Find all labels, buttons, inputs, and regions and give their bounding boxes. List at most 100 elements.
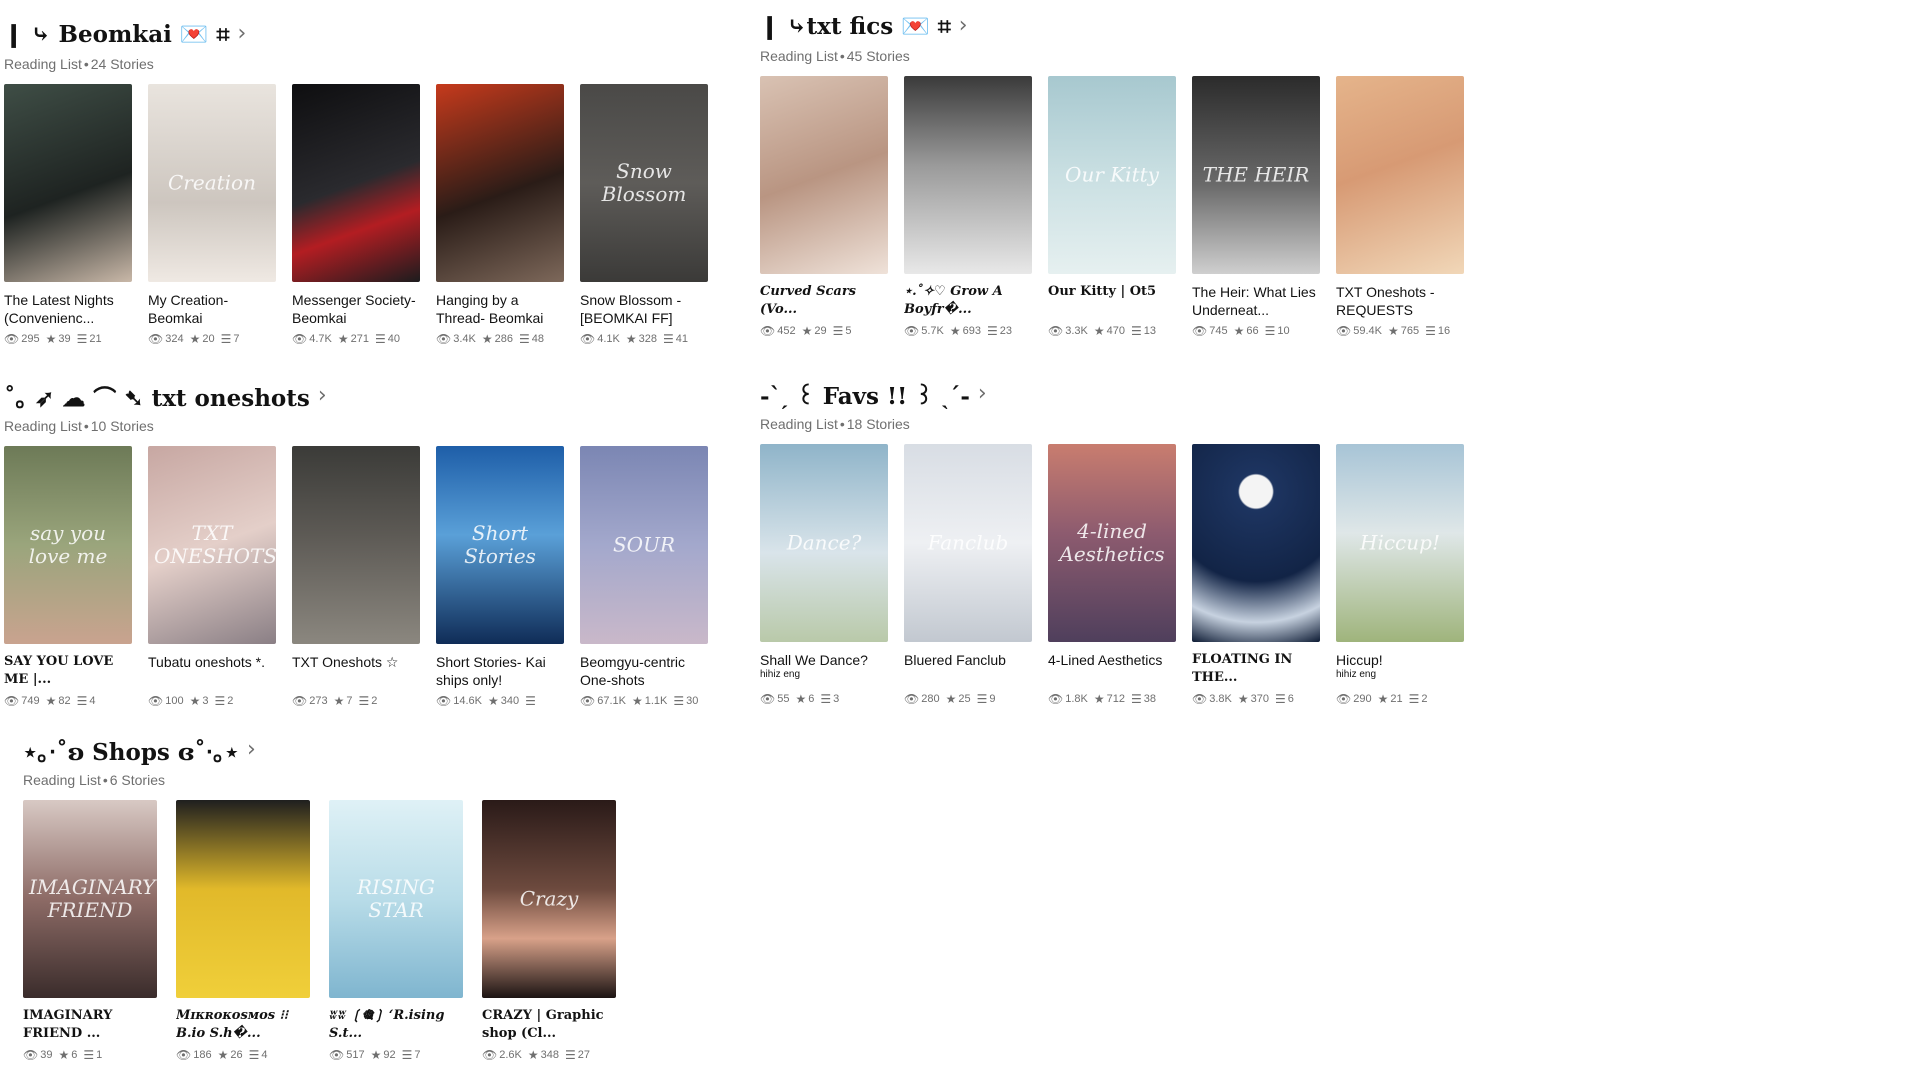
story-cover[interactable]: Snow Blossom	[580, 84, 708, 282]
story-title-text[interactable]: FLOATING IN THE...	[1192, 652, 1292, 685]
story-title-text[interactable]: SAY YOU LOVE ME |...	[4, 654, 113, 687]
story-title-text[interactable]: Hiccup!	[1336, 652, 1383, 668]
reading-list-title[interactable]: ˚｡ ➶ ☁︎ ⌒ ➷ txt oneshots	[4, 379, 310, 413]
chevron-right-icon[interactable]: ›	[959, 15, 968, 37]
reading-list-header[interactable]: ❙ ⤷txt fics 💌 ⌗ ›	[760, 10, 1464, 42]
story-title[interactable]: Shall We Dance? hihiz eng	[760, 651, 888, 687]
story-title-text[interactable]: CRAZY | Graphic shop (Cl...	[482, 1008, 604, 1041]
story-title[interactable]: FLOATING IN THE...	[1192, 651, 1320, 687]
story-title-text[interactable]: Messenger Society- Beomkai	[292, 292, 416, 326]
story-title[interactable]: Bluered Fanclub	[904, 651, 1032, 687]
story-card[interactable]: say you love me SAY YOU LOVE ME |... 👁 749 ★…	[4, 446, 132, 707]
story-card[interactable]: Curved Scars (Vo... 👁 452 ★ 29 ☰ 5	[760, 76, 888, 337]
story-title-text[interactable]: Hanging by a Thread- Beomkai	[436, 292, 543, 326]
chevron-right-icon[interactable]: ›	[238, 23, 247, 45]
story-card[interactable]: ⋆.˚✧♡ Grow A Boyfr�... 👁 5.7K ★ 693 ☰ 23	[904, 76, 1032, 337]
reading-list-title[interactable]: ❙ ⤷ Beomkai 💌 ⌗	[4, 21, 230, 48]
story-title-text[interactable]: The Latest Nights (Convenienc...	[4, 292, 114, 326]
story-card[interactable]: Snow Blossom Snow Blossom - [BEOMKAI FF] 👁…	[580, 84, 708, 345]
story-card[interactable]: TXT Oneshots - REQUESTS 👁 59.4K ★ 765 ☰ 16	[1336, 76, 1464, 337]
reading-list-header[interactable]: ⋆｡‧˚ʚ Shops ɞ˚‧｡⋆ ›	[23, 733, 635, 767]
story-title-text[interactable]: Mɪᴋʀᴏᴋᴏsᴍᴏs ⁝⁝ B.io S.h�...	[176, 1008, 288, 1041]
story-card[interactable]: Hanging by a Thread- Beomkai 👁 3.4K ★ 286 ☰ 48	[436, 84, 564, 345]
story-title-text[interactable]: My Creation- Beomkai	[148, 292, 228, 326]
story-title-text[interactable]: TXT Oneshots - REQUESTS	[1336, 284, 1435, 318]
story-card[interactable]: Hiccup! Hiccup! hihiz eng 👁 290 ★ 21 ☰ 2	[1336, 444, 1464, 705]
story-cover[interactable]: Short Stories	[436, 446, 564, 644]
reading-list-title[interactable]: -ˋˏ ꒰ Favs !! ꒱ ˎˊ-	[760, 379, 970, 410]
reading-list-title[interactable]: ⋆｡‧˚ʚ Shops ɞ˚‧｡⋆	[23, 733, 239, 767]
story-title[interactable]: Snow Blossom - [BEOMKAI FF]	[580, 291, 708, 327]
story-card[interactable]: TXT ONESHOTS Tubatu oneshots *. 👁 100 ★ 3 ☰ 2	[148, 446, 276, 707]
story-cover[interactable]	[904, 76, 1032, 274]
story-title-text[interactable]: 4-Lined Aesthetics	[1048, 652, 1162, 668]
story-cover[interactable]: say you love me	[4, 446, 132, 644]
story-title[interactable]: ʬʬ ❲🎕❳ ‘R.ising S.t...	[329, 1007, 463, 1043]
story-title[interactable]: The Heir: What Lies Underneat...	[1192, 283, 1320, 319]
story-title[interactable]: TXT Oneshots - REQUESTS	[1336, 283, 1464, 319]
story-card[interactable]: SOUR Beomgyu-centric One-shots 👁 67.1K ★ 1.1K…	[580, 446, 708, 707]
story-title-text[interactable]: Our Kitty | Ot5	[1048, 284, 1156, 299]
story-title[interactable]: Curved Scars (Vo...	[760, 283, 888, 319]
story-cover[interactable]: Crazy	[482, 800, 616, 998]
story-card[interactable]: THE HEIR The Heir: What Lies Underneat...…	[1192, 76, 1320, 337]
story-title[interactable]: TXT Oneshots ☆	[292, 653, 420, 689]
story-title-text[interactable]: Beomgyu-centric One-shots	[580, 654, 685, 688]
story-card[interactable]: Our Kitty Our Kitty | Ot5 👁 3.3K ★ 470 ☰ 13	[1048, 76, 1176, 337]
story-title[interactable]: My Creation- Beomkai	[148, 291, 276, 327]
story-title[interactable]: ⋆.˚✧♡ Grow A Boyfr�...	[904, 283, 1032, 319]
story-card[interactable]: TXT Oneshots ☆ 👁 273 ★ 7 ☰ 2	[292, 446, 420, 707]
story-cover[interactable]	[1336, 76, 1464, 274]
story-cover[interactable]	[1192, 444, 1320, 642]
reading-list-title[interactable]: ❙ ⤷txt fics 💌 ⌗	[760, 13, 951, 40]
story-cover[interactable]: Creation	[148, 84, 276, 282]
story-title-text[interactable]: Tubatu oneshots *.	[148, 654, 265, 670]
story-title-text[interactable]: Shall We Dance?	[760, 652, 868, 668]
chevron-right-icon[interactable]: ›	[978, 383, 987, 405]
story-card[interactable]: The Latest Nights (Convenienc... 👁 295 ★ 39 ☰…	[4, 84, 132, 345]
story-cover[interactable]: THE HEIR	[1192, 76, 1320, 274]
story-cover[interactable]	[292, 446, 420, 644]
story-title[interactable]: IMAGINARY FRIEND ...	[23, 1007, 157, 1043]
story-title[interactable]: SAY YOU LOVE ME |...	[4, 653, 132, 689]
story-cover[interactable]: TXT ONESHOTS	[148, 446, 276, 644]
story-cover[interactable]: 4-lined Aesthetics	[1048, 444, 1176, 642]
story-title[interactable]: The Latest Nights (Convenienc...	[4, 291, 132, 327]
story-title-text[interactable]: ʬʬ ❲🎕❳ ‘R.ising S.t...	[329, 1008, 444, 1041]
story-cover[interactable]	[176, 800, 310, 998]
story-cover[interactable]	[4, 84, 132, 282]
story-cover[interactable]: RISING STAR	[329, 800, 463, 998]
story-title-text[interactable]: IMAGINARY FRIEND ...	[23, 1008, 112, 1041]
story-title[interactable]: Mɪᴋʀᴏᴋᴏsᴍᴏs ⁝⁝ B.io S.h�...	[176, 1007, 310, 1043]
story-cover[interactable]: SOUR	[580, 446, 708, 644]
story-card[interactable]: RISING STAR ʬʬ ❲🎕❳ ‘R.ising S.t... 👁 517 ★ 92…	[329, 800, 463, 1061]
story-title[interactable]: Hanging by a Thread- Beomkai	[436, 291, 564, 327]
chevron-right-icon[interactable]: ›	[247, 739, 256, 761]
story-title-text[interactable]: Snow Blossom - [BEOMKAI FF]	[580, 292, 681, 326]
story-title[interactable]: Short Stories- Kai ships only!	[436, 653, 564, 689]
story-cover[interactable]: Our Kitty	[1048, 76, 1176, 274]
story-title-text[interactable]: ⋆.˚✧♡ Grow A Boyfr�...	[904, 284, 1003, 317]
story-title-text[interactable]: Short Stories- Kai ships only!	[436, 654, 546, 688]
story-cover[interactable]: Dance?	[760, 444, 888, 642]
story-cover[interactable]	[760, 76, 888, 274]
story-card[interactable]: FLOATING IN THE... 👁 3.8K ★ 370 ☰ 6	[1192, 444, 1320, 705]
story-cover[interactable]: IMAGINARY FRIEND	[23, 800, 157, 998]
story-card[interactable]: Short Stories Short Stories- Kai ships on…	[436, 446, 564, 707]
story-title[interactable]: Our Kitty | Ot5	[1048, 283, 1176, 319]
story-card[interactable]: Fanclub Bluered Fanclub 👁 280 ★ 25 ☰ 9	[904, 444, 1032, 705]
story-title[interactable]: 4-Lined Aesthetics	[1048, 651, 1176, 687]
story-title-text[interactable]: Curved Scars (Vo...	[760, 284, 856, 317]
story-title[interactable]: Messenger Society- Beomkai	[292, 291, 420, 327]
story-cover[interactable]	[436, 84, 564, 282]
story-card[interactable]: Mɪᴋʀᴏᴋᴏsᴍᴏs ⁝⁝ B.io S.h�... 👁 186 ★ 26 ☰ 4	[176, 800, 310, 1061]
story-title[interactable]: Beomgyu-centric One-shots	[580, 653, 708, 689]
story-cover[interactable]	[292, 84, 420, 282]
reading-list-header[interactable]: ❙ ⤷ Beomkai 💌 ⌗ ›	[4, 18, 708, 50]
story-title[interactable]: Tubatu oneshots *.	[148, 653, 276, 689]
story-card[interactable]: 4-lined Aesthetics 4-Lined Aesthetics 👁 1.8…	[1048, 444, 1176, 705]
reading-list-header[interactable]: -ˋˏ ꒰ Favs !! ꒱ ˎˊ- ›	[760, 378, 1464, 410]
story-title[interactable]: CRAZY | Graphic shop (Cl...	[482, 1007, 616, 1043]
story-card[interactable]: IMAGINARY FRIEND IMAGINARY FRIEND ... 👁 39 ★…	[23, 800, 157, 1061]
story-title[interactable]: Hiccup! hihiz eng	[1336, 651, 1464, 687]
